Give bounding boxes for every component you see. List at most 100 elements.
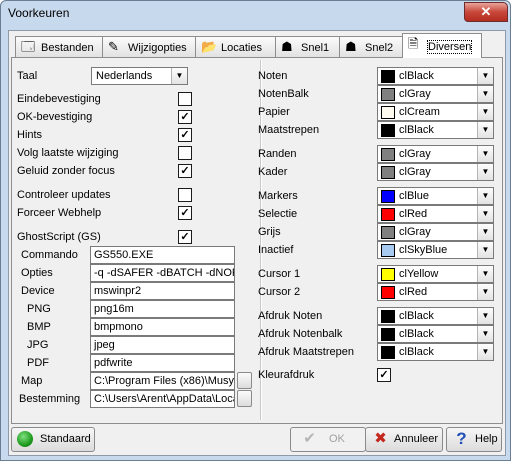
- pdf-value: pdfwrite: [94, 357, 133, 369]
- checkbox-geluid-zonder-focus[interactable]: ✓: [178, 164, 192, 178]
- color-value: clBlack: [399, 310, 434, 322]
- window-title: Voorkeuren: [8, 6, 70, 20]
- chevron-down-icon: ▼: [477, 86, 493, 102]
- color-value: clGray: [399, 226, 431, 238]
- tab-snel2[interactable]: ☗ Snel2: [339, 36, 404, 57]
- tab-label: Snel1: [301, 42, 330, 54]
- color-label-afdruk-notenbalk: Afdruk Notenbalk: [258, 328, 343, 340]
- help-label: Help: [475, 433, 498, 445]
- opties-value: -q -dSAFER -dBATCH -dNOPAUSE: [94, 267, 234, 279]
- chevron-down-icon: ▼: [477, 188, 493, 204]
- open-folder-icon: 📂: [201, 39, 218, 54]
- color-select-afdruk-maatstrepen[interactable]: clBlack ▼: [377, 343, 494, 361]
- color-label-maatstrepen: Maatstrepen: [258, 124, 320, 136]
- close-button[interactable]: ✕: [464, 2, 508, 22]
- color-select-afdruk-notenbalk[interactable]: clBlack ▼: [377, 325, 494, 343]
- color-label-grijs: Grijs: [258, 226, 281, 238]
- close-icon: ✕: [480, 4, 492, 19]
- tab-label: Locaties: [221, 42, 262, 54]
- checkbox-ok-bevestiging[interactable]: ✓: [178, 110, 192, 124]
- color-swatch: [381, 244, 395, 257]
- color-value: clBlack: [399, 124, 434, 136]
- opties-field[interactable]: -q -dSAFER -dBATCH -dNOPAUSE: [90, 264, 235, 282]
- bestemming-browse-button[interactable]: [237, 390, 252, 407]
- map-browse-button[interactable]: [237, 372, 252, 389]
- option-label-eindebevestiging: Eindebevestiging: [17, 93, 101, 105]
- commando-value: GS550.EXE: [94, 249, 154, 261]
- taal-select[interactable]: Nederlands ▼: [91, 67, 188, 85]
- checkbox-volg-laatste-wijziging[interactable]: [178, 146, 192, 160]
- color-select-papier[interactable]: clCream ▼: [377, 103, 494, 121]
- checkbox-controleer-updates[interactable]: [178, 188, 192, 202]
- tab-bestanden[interactable]: 🗔 Bestanden: [15, 36, 103, 57]
- png-field[interactable]: png16m: [90, 300, 235, 318]
- color-select-cursor-2[interactable]: clRed ▼: [377, 283, 494, 301]
- chevron-down-icon: ▼: [477, 242, 493, 258]
- tab-diversen[interactable]: 🗎 Diversen: [402, 33, 482, 58]
- color-select-kader[interactable]: clGray ▼: [377, 163, 494, 181]
- color-select-selectie[interactable]: clRed ▼: [377, 205, 494, 223]
- device-field[interactable]: mswinpr2: [90, 282, 235, 300]
- dialog-client-area: 🗔 Bestanden ✎ Wijzigopties 📂 Locaties ☗ …: [8, 30, 506, 456]
- annuleer-label: Annuleer: [394, 433, 439, 445]
- folder-window-icon: 🗔: [21, 39, 36, 54]
- chevron-down-icon: ▼: [477, 308, 493, 324]
- help-button[interactable]: ? Help: [446, 427, 502, 452]
- title-bar[interactable]: Voorkeuren ✕: [1, 1, 510, 25]
- person-1-icon: ☗: [281, 39, 293, 54]
- color-select-markers[interactable]: clBlue ▼: [377, 187, 494, 205]
- bmp-field[interactable]: bmpmono: [90, 318, 235, 336]
- opties-label: Opties: [21, 267, 53, 279]
- commando-field[interactable]: GS550.EXE: [90, 246, 235, 264]
- color-select-notenbalk[interactable]: clGray ▼: [377, 85, 494, 103]
- checkbox-kleurafdruk[interactable]: ✓: [377, 368, 391, 382]
- standaard-button[interactable]: Standaard: [11, 427, 95, 452]
- checkbox-eindebevestiging[interactable]: [178, 92, 192, 106]
- standaard-label: Standaard: [40, 433, 91, 445]
- color-value: clCream: [399, 106, 440, 118]
- color-swatch: [381, 268, 395, 281]
- color-value: clRed: [399, 286, 428, 298]
- diversen-panel: Taal Nederlands ▼ Eindebevestiging OK-be…: [11, 57, 503, 424]
- bestemming-field[interactable]: C:\Users\Arent\AppData\Local: [90, 390, 235, 408]
- color-swatch: [381, 208, 395, 221]
- kleurafdruk-label: Kleurafdruk: [258, 369, 315, 381]
- pdf-field[interactable]: pdfwrite: [90, 354, 235, 372]
- png-label: PNG: [27, 303, 51, 315]
- commando-label: Commando: [21, 249, 78, 261]
- color-select-afdruk-noten[interactable]: clBlack ▼: [377, 307, 494, 325]
- color-label-inactief: Inactief: [258, 244, 294, 256]
- tab-wijzigopties[interactable]: ✎ Wijzigopties: [102, 36, 196, 57]
- checkbox-forceer-webhelp[interactable]: ✓: [178, 206, 192, 220]
- jpg-field[interactable]: jpeg: [90, 336, 235, 354]
- color-swatch: [381, 148, 395, 161]
- edit-pencil-icon: ✎: [108, 39, 119, 54]
- ok-label: OK: [329, 433, 345, 445]
- color-value: clBlack: [399, 70, 434, 82]
- color-value: clBlack: [399, 328, 434, 340]
- option-label-hints: Hints: [17, 129, 43, 141]
- chevron-down-icon: ▼: [477, 284, 493, 300]
- color-label-cursor-1: Cursor 1: [258, 268, 301, 280]
- png-value: png16m: [94, 303, 134, 315]
- color-select-inactief[interactable]: clSkyBlue ▼: [377, 241, 494, 259]
- map-field[interactable]: C:\Program Files (x86)\Musyst: [90, 372, 235, 390]
- option-label-forceer-webhelp: Forceer Webhelp: [17, 207, 102, 219]
- color-select-maatstrepen[interactable]: clBlack ▼: [377, 121, 494, 139]
- checkbox-hints[interactable]: ✓: [178, 128, 192, 142]
- checkbox-ghostscript[interactable]: ✓: [178, 230, 192, 244]
- ok-button[interactable]: ✔ OK: [290, 427, 366, 452]
- color-select-cursor-1[interactable]: clYellow ▼: [377, 265, 494, 283]
- color-select-noten[interactable]: clBlack ▼: [377, 67, 494, 85]
- tab-locaties[interactable]: 📂 Locaties: [195, 36, 276, 57]
- chevron-down-icon: ▼: [477, 122, 493, 138]
- color-swatch: [381, 310, 395, 323]
- taal-label: Taal: [17, 70, 38, 82]
- option-label-ghostscript: GhostScript (GS): [17, 231, 101, 243]
- tab-label: Wijzigopties: [128, 42, 187, 54]
- device-value: mswinpr2: [94, 285, 142, 297]
- tab-snel1[interactable]: ☗ Snel1: [275, 36, 340, 57]
- color-select-randen[interactable]: clGray ▼: [377, 145, 494, 163]
- color-select-grijs[interactable]: clGray ▼: [377, 223, 494, 241]
- annuleer-button[interactable]: ✖ Annuleer: [365, 427, 443, 452]
